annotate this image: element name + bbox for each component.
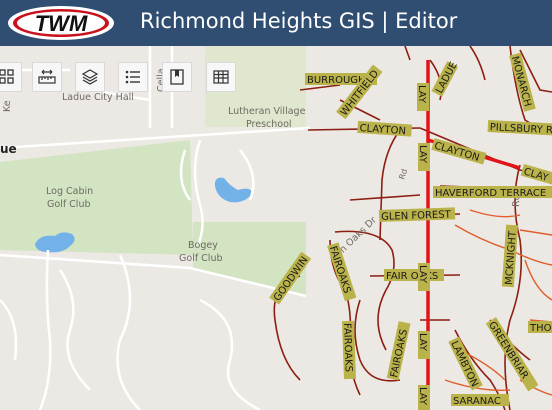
street-label-monarch: MONARCH [509, 52, 536, 112]
street-labels: BURROUGHS WHITFIELD LADUE MONARCH LAY CL… [269, 52, 552, 410]
road-fragment-label: Rd [397, 168, 409, 181]
street-label-mcknight: MCKNIGHT [501, 224, 519, 288]
svg-text:GLEN FOREST: GLEN FOREST [381, 209, 452, 222]
preschool-label-2: Preschool [246, 119, 292, 130]
ke-label: Ke [2, 100, 13, 112]
attribute-table-button[interactable] [206, 62, 236, 92]
app-title: Richmond Heights GIS | Editor [140, 9, 458, 33]
street-label-clayton-w: CLAYTON [357, 120, 412, 137]
measure-icon [38, 69, 56, 84]
street-label-clayton-e: CLAYTON [431, 138, 487, 165]
avenue-label: ue [0, 142, 17, 156]
street-label-thor: THO [528, 321, 552, 334]
street-label-fairoaks-right: FAIROAKS [386, 321, 411, 381]
street-label-glen-forest: GLEN FOREST [378, 207, 456, 223]
svg-text:THO: THO [529, 323, 552, 334]
street-label-lay-mid: LAY [417, 143, 430, 171]
log-cabin-label-1: Log Cabin [46, 186, 93, 197]
logo-text: TWM [35, 11, 88, 36]
bookmark-icon [170, 69, 184, 85]
grid-select-icon [0, 69, 14, 84]
street-label-clay-edge: CLAY [520, 163, 552, 185]
bogey-label-2: Golf Club [179, 253, 223, 264]
svg-text:FAIROAKS: FAIROAKS [327, 245, 353, 295]
svg-text:HAVERFORD TERRACE: HAVERFORD TERRACE [435, 188, 546, 199]
bogey-label-1: Bogey [188, 240, 218, 251]
svg-text:PILLSBURY RD: PILLSBURY RD [489, 122, 552, 137]
svg-text:FAIROAKS: FAIROAKS [341, 323, 354, 372]
log-cabin-label-2: Golf Club [47, 199, 91, 210]
layers-icon [81, 69, 99, 85]
svg-text:LAY: LAY [417, 265, 428, 284]
table-icon [213, 70, 229, 84]
svg-text:LAY: LAY [417, 145, 428, 164]
map-view[interactable]: Ladue City Hall Lutheran Village Prescho… [0, 46, 552, 410]
street-label-fair-oaks: FAIR OAKS [384, 269, 444, 282]
svg-text:LADUE: LADUE [434, 60, 460, 95]
svg-text:SARANAC: SARANAC [453, 396, 501, 407]
street-label-saranac: SARANAC [451, 394, 509, 407]
layers-button[interactable] [75, 62, 105, 92]
street-label-whitfield: WHITFIELD [336, 64, 383, 120]
street-label-ladue: LADUE [431, 60, 460, 97]
map-canvas[interactable]: Ladue City Hall Lutheran Village Prescho… [0, 46, 552, 410]
twm-logo[interactable]: TWM [6, 4, 116, 42]
svg-text:CLAY: CLAY [522, 166, 550, 184]
park-area-log-cabin [0, 140, 193, 255]
pond-east [214, 177, 252, 203]
select-tool-button[interactable] [0, 62, 22, 92]
list-icon [125, 70, 140, 84]
street-label-lay-top: LAY [416, 83, 429, 111]
svg-text:CLAYTON: CLAYTON [359, 123, 406, 137]
street-label-lay-edge: LAY [417, 385, 430, 410]
preschool-label-1: Lutheran Village [228, 106, 306, 117]
street-label-pillsbury: PILLSBURY RD [487, 120, 552, 137]
svg-text:LAY: LAY [417, 387, 428, 406]
measure-tool-button[interactable] [32, 62, 62, 92]
street-label-fairoaks-lower: FAIROAKS [341, 320, 356, 380]
bookmarks-button[interactable] [162, 62, 192, 92]
svg-text:LAY: LAY [416, 85, 427, 104]
svg-text:MONARCH: MONARCH [509, 55, 533, 108]
city-hall-label: Ladue City Hall [62, 92, 134, 103]
street-label-lay-low: LAY [417, 263, 430, 291]
street-label-fairoaks-v: FAIROAKS [327, 242, 357, 302]
svg-text:LAY: LAY [417, 333, 428, 352]
street-label-lay-bottom: LAY [417, 331, 430, 359]
app-header: TWM Richmond Heights GIS | Editor [0, 0, 552, 46]
street-label-haverford: HAVERFORD TERRACE [433, 186, 552, 199]
legend-button[interactable] [118, 62, 148, 92]
svg-text:FAIR OAKS: FAIR OAKS [386, 271, 438, 282]
